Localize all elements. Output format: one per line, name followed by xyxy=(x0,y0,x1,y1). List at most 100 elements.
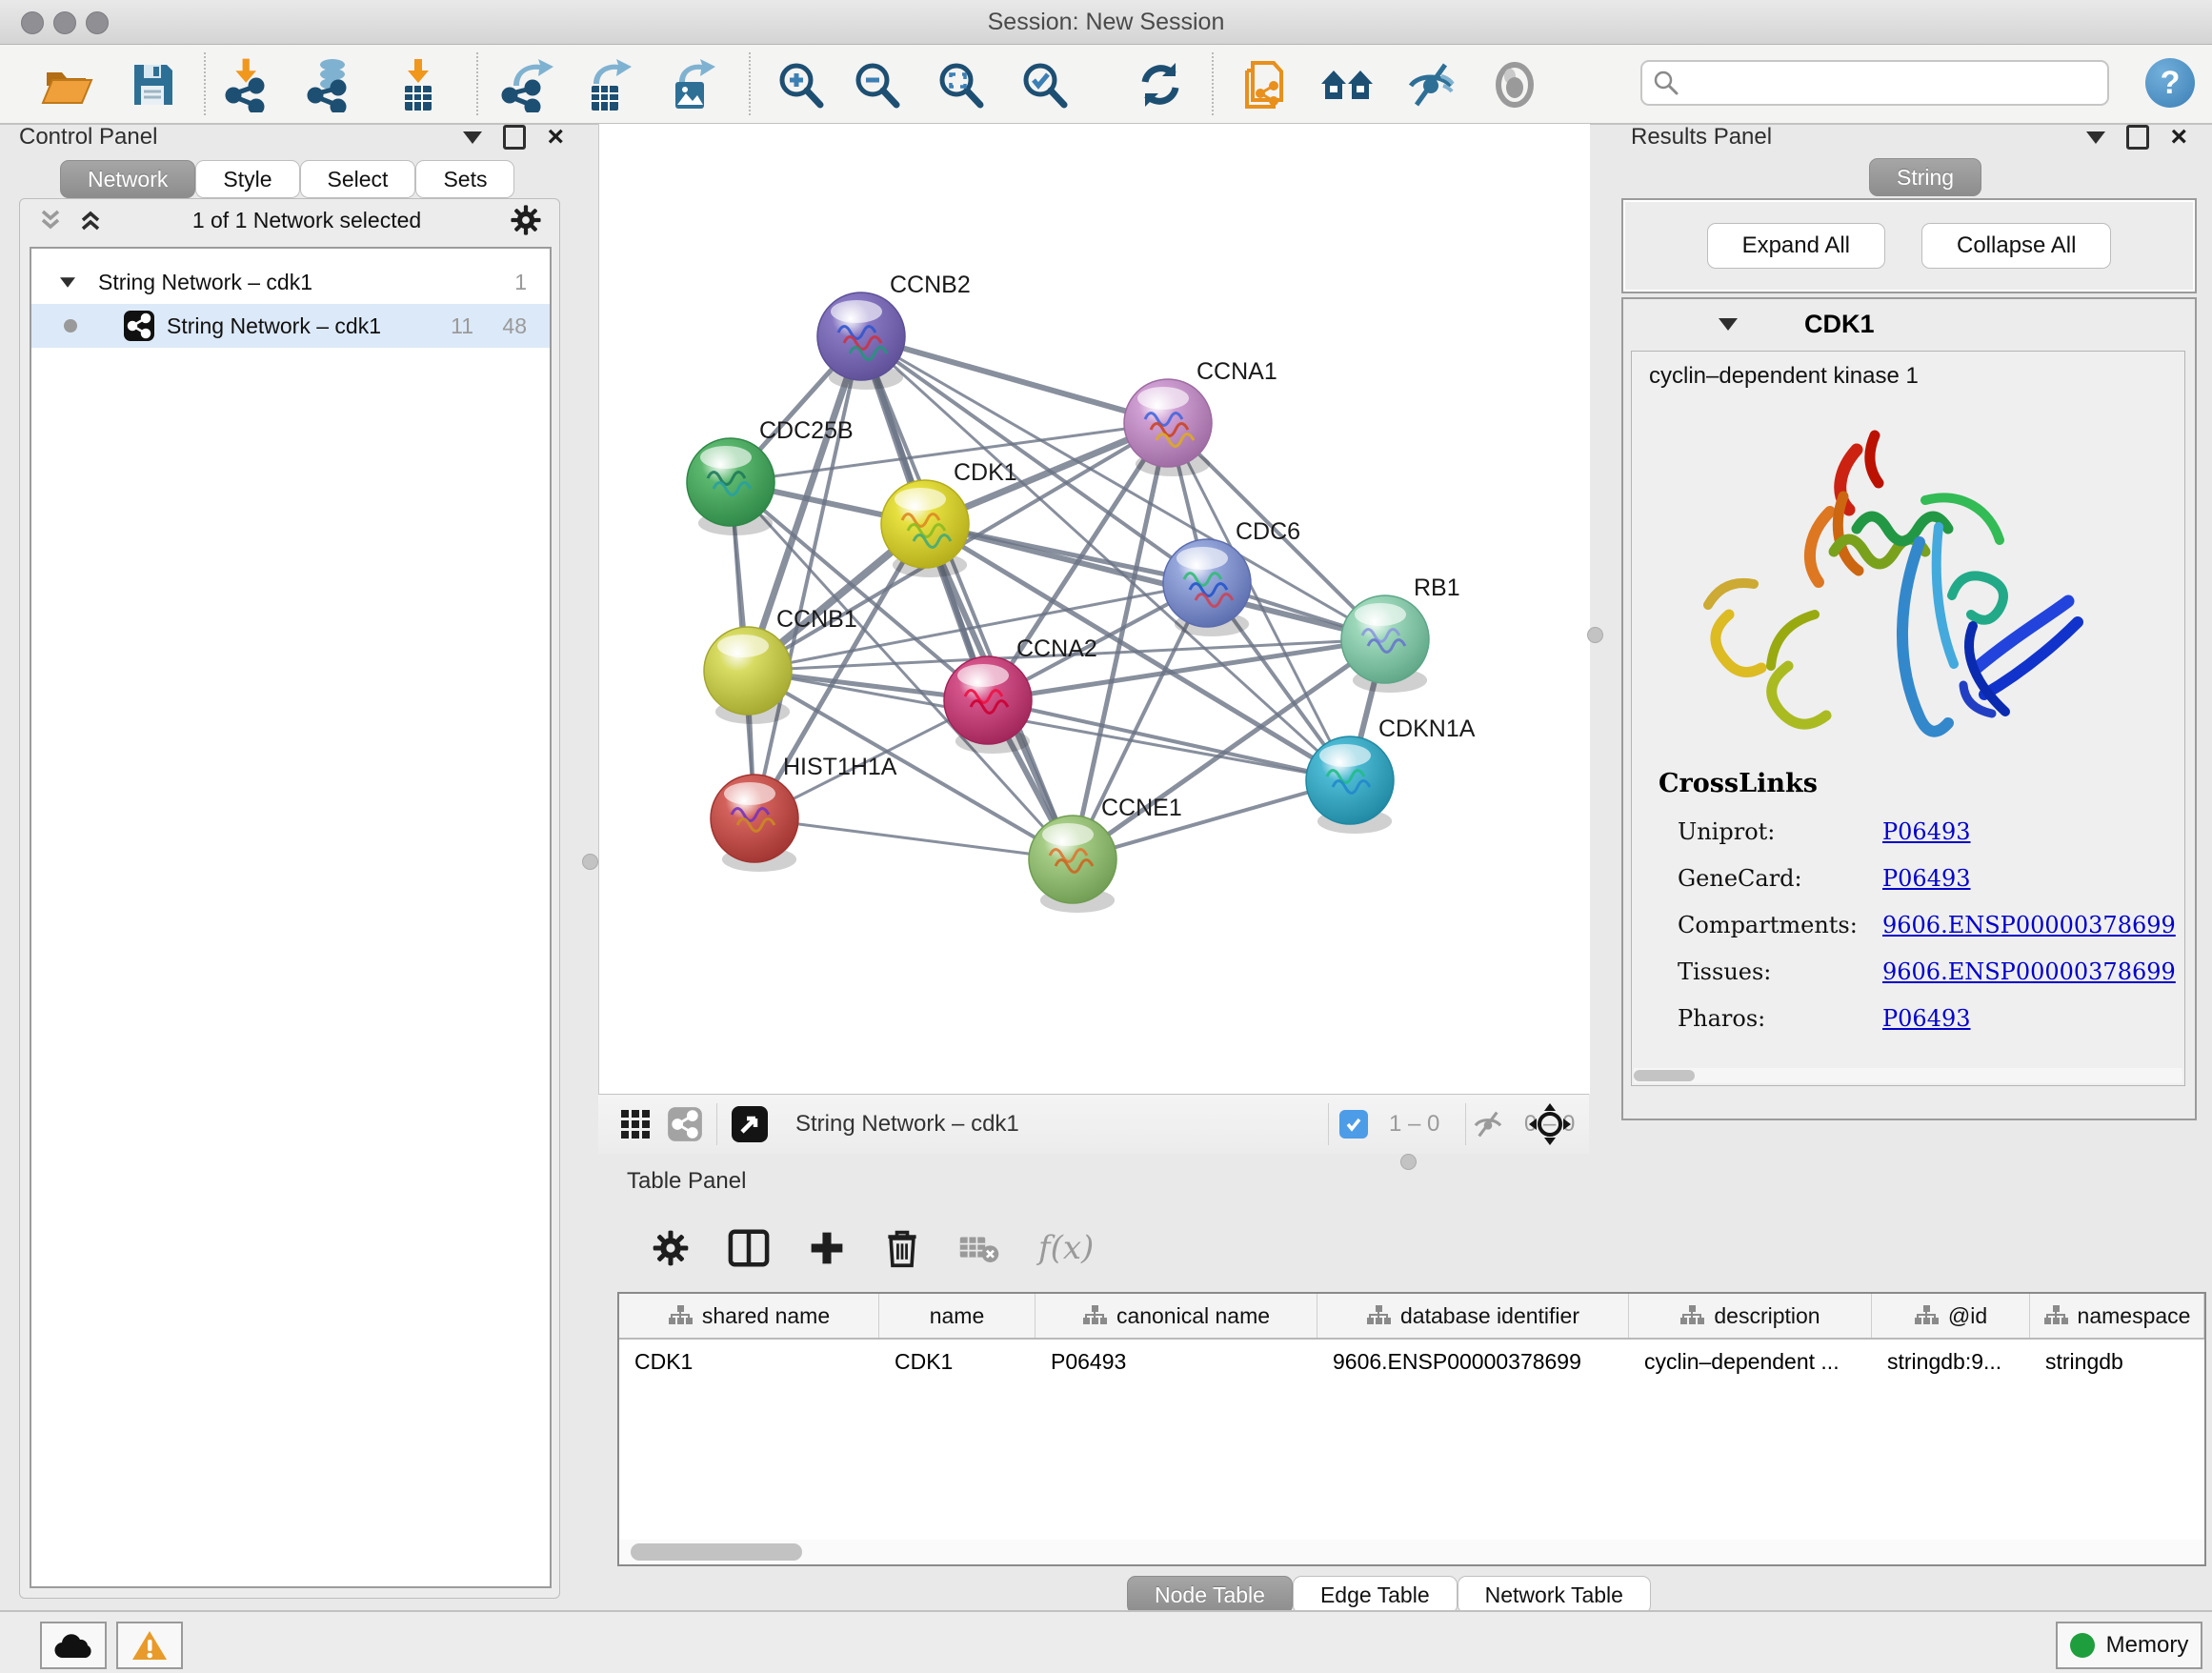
zoom-in-button[interactable] xyxy=(770,54,831,115)
open-session-button[interactable] xyxy=(36,54,97,115)
network-label: String Network – cdk1 xyxy=(167,313,381,339)
birds-eye-grid-icon[interactable] xyxy=(619,1108,652,1140)
delete-column-trash-icon[interactable] xyxy=(884,1228,920,1268)
hide-selected-button[interactable] xyxy=(1400,54,1461,115)
network-collection-row[interactable]: String Network – cdk1 1 xyxy=(31,260,550,304)
tab-network-table[interactable]: Network Table xyxy=(1458,1576,1651,1614)
expand-all-button[interactable]: Expand All xyxy=(1707,223,1885,269)
table-cell[interactable]: P06493 xyxy=(1036,1340,1317,1383)
network-canvas[interactable]: CCNB2CCNA1CDC25BCDK1CDC6RB1CCNB1CCNA2CDK… xyxy=(598,124,1590,1094)
add-column-plus-icon[interactable] xyxy=(808,1229,846,1267)
tab-select[interactable]: Select xyxy=(300,160,416,198)
table-cell[interactable]: cyclin–dependent ... xyxy=(1629,1340,1872,1383)
column-header-description[interactable]: description xyxy=(1629,1294,1872,1338)
show-columns-icon[interactable] xyxy=(728,1229,770,1267)
results-scrollbar-thumb[interactable] xyxy=(1634,1070,1695,1081)
export-image-button[interactable] xyxy=(659,54,720,115)
network-row-selected[interactable]: String Network – cdk1 11 48 xyxy=(31,304,550,348)
tab-style[interactable]: Style xyxy=(195,160,299,198)
network-node-CDKN1A[interactable]: CDKN1A xyxy=(1306,716,1476,834)
tree-expand-icon[interactable] xyxy=(60,277,75,287)
refresh-view-button[interactable] xyxy=(1130,54,1191,115)
network-node-RB1[interactable]: RB1 xyxy=(1341,574,1460,693)
table-row[interactable]: CDK1CDK1P064939606.ENSP00000378699cyclin… xyxy=(619,1340,2204,1383)
column-header-@id[interactable]: @id xyxy=(1872,1294,2030,1338)
column-header-name[interactable]: name xyxy=(879,1294,1036,1338)
table-header-row: shared namenamecanonical namedatabase id… xyxy=(619,1294,2204,1340)
panel-close-icon[interactable]: × xyxy=(547,128,564,147)
column-header-database-identifier[interactable]: database identifier xyxy=(1317,1294,1629,1338)
network-edge[interactable] xyxy=(754,818,1073,859)
zoom-selected-button[interactable] xyxy=(1014,54,1075,115)
crosslink-link[interactable]: P06493 xyxy=(1882,865,1971,892)
network-edge[interactable] xyxy=(925,524,1385,639)
network-edge[interactable] xyxy=(988,700,1350,780)
table-cell[interactable]: CDK1 xyxy=(879,1340,1036,1383)
table-cell[interactable]: stringdb xyxy=(2030,1340,2204,1383)
table-scrollbar-thumb[interactable] xyxy=(631,1543,802,1561)
network-node-CCNA2[interactable]: CCNA2 xyxy=(944,635,1097,754)
import-network-database-button[interactable] xyxy=(301,54,362,115)
network-node-HIST1H1A[interactable]: HIST1H1A xyxy=(711,754,897,872)
column-header-namespace[interactable]: namespace xyxy=(2030,1294,2204,1338)
export-table-button[interactable] xyxy=(575,54,636,115)
table-options-gear-icon[interactable] xyxy=(652,1229,690,1267)
panel-menu-icon[interactable] xyxy=(2086,131,2105,144)
crosshair-move-icon[interactable] xyxy=(1528,1102,1572,1146)
gear-icon[interactable] xyxy=(510,204,542,236)
crosslink-link[interactable]: 9606.ENSP00000378699 xyxy=(1882,958,2176,985)
table-horizontal-scrollbar[interactable] xyxy=(617,1540,2206,1566)
memory-button[interactable]: Memory xyxy=(2056,1622,2202,1669)
table-toolbar: f(x) xyxy=(617,1208,2202,1288)
save-session-button[interactable] xyxy=(122,54,183,115)
selected-nodes-checkbox[interactable] xyxy=(1339,1110,1368,1139)
expand-all-chevron-icon[interactable] xyxy=(77,208,104,232)
panel-close-icon[interactable]: × xyxy=(2170,128,2187,147)
gene-collapse-icon[interactable] xyxy=(1719,318,1738,331)
right-splitter-handle[interactable] xyxy=(1587,627,1603,643)
crosslink-link[interactable]: P06493 xyxy=(1882,818,1971,845)
import-network-file-button[interactable] xyxy=(219,54,280,115)
panel-float-icon[interactable] xyxy=(503,125,526,150)
warnings-button[interactable] xyxy=(116,1622,183,1669)
network-node-CCNB2[interactable]: CCNB2 xyxy=(817,272,971,390)
import-table-file-button[interactable] xyxy=(387,54,448,115)
cloud-button[interactable] xyxy=(40,1622,107,1669)
zoom-fit-button[interactable] xyxy=(930,54,991,115)
table-cell[interactable]: CDK1 xyxy=(619,1340,879,1383)
open-in-new-icon[interactable] xyxy=(731,1105,769,1143)
network-node-CDK1[interactable]: CDK1 xyxy=(881,459,1017,577)
show-hidden-button[interactable] xyxy=(1484,54,1545,115)
clear-table-icon[interactable] xyxy=(958,1232,1000,1264)
tab-edge-table[interactable]: Edge Table xyxy=(1293,1576,1458,1614)
home-networks-button[interactable] xyxy=(1317,54,1377,115)
results-scrollbar[interactable] xyxy=(1634,1068,2182,1083)
hidden-eye-slash-icon[interactable] xyxy=(1471,1110,1505,1139)
zoom-out-button[interactable] xyxy=(846,54,907,115)
gene-section-header[interactable]: CDK1 xyxy=(1623,299,2195,349)
collapse-all-chevron-icon[interactable] xyxy=(37,208,64,232)
table-cell[interactable]: stringdb:9... xyxy=(1872,1340,2030,1383)
crosslink-link[interactable]: 9606.ENSP00000378699 xyxy=(1882,912,2176,938)
panel-float-icon[interactable] xyxy=(2126,125,2149,150)
table-cell[interactable]: 9606.ENSP00000378699 xyxy=(1317,1340,1629,1383)
column-header-shared-name[interactable]: shared name xyxy=(619,1294,879,1338)
search-input[interactable] xyxy=(1640,60,2109,106)
string-panel-icon[interactable] xyxy=(667,1106,703,1142)
network-node-CCNA1[interactable]: CCNA1 xyxy=(1124,358,1277,476)
tab-string[interactable]: String xyxy=(1869,158,1981,196)
collapse-all-button[interactable]: Collapse All xyxy=(1921,223,2111,269)
tab-node-table[interactable]: Node Table xyxy=(1127,1576,1293,1614)
network-node-CCNB1[interactable]: CCNB1 xyxy=(704,606,857,724)
left-splitter-handle[interactable] xyxy=(582,854,598,870)
tab-network[interactable]: Network xyxy=(60,160,195,198)
export-network-button[interactable] xyxy=(497,54,558,115)
network-snapshot-button[interactable] xyxy=(1237,54,1297,115)
function-builder-icon[interactable]: f(x) xyxy=(1038,1229,1094,1267)
panel-menu-icon[interactable] xyxy=(463,131,482,144)
column-header-canonical-name[interactable]: canonical name xyxy=(1036,1294,1317,1338)
help-button[interactable]: ? xyxy=(2145,58,2195,108)
node-table[interactable]: shared namenamecanonical namedatabase id… xyxy=(617,1292,2206,1542)
crosslink-link[interactable]: P06493 xyxy=(1882,1005,1971,1032)
tab-sets[interactable]: Sets xyxy=(415,160,514,198)
